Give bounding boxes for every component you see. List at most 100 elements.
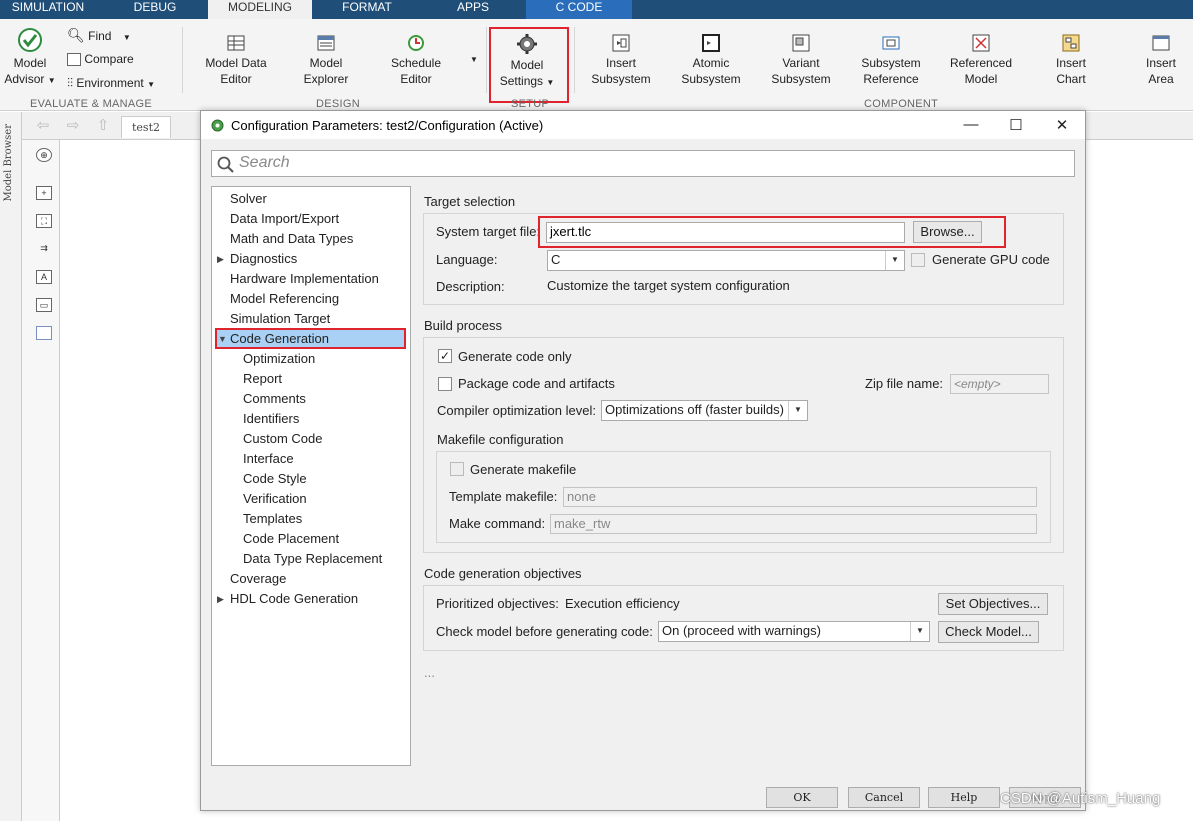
- set-objectives-button[interactable]: Set Objectives...: [938, 593, 1048, 615]
- up-arrow-icon[interactable]: ⇧: [94, 118, 112, 134]
- model-data-editor-button[interactable]: Model Data Editor: [200, 33, 272, 87]
- insert-area-button[interactable]: Insert Area: [1132, 33, 1190, 87]
- image-icon[interactable]: ▭: [36, 298, 52, 312]
- tab-format[interactable]: FORMAT: [320, 0, 414, 19]
- model-browser-strip[interactable]: Model Browser: [0, 112, 22, 821]
- tree-item-solver[interactable]: Solver: [230, 189, 267, 209]
- search-input[interactable]: Search: [211, 150, 1075, 177]
- find-button[interactable]: 🔍︎ Find ▼: [67, 27, 131, 44]
- zip-file-name-input[interactable]: <empty>: [950, 374, 1049, 394]
- tree-item-optimization[interactable]: Optimization: [243, 349, 315, 369]
- vs-label-2: Subsystem: [771, 72, 831, 86]
- ribbon-divider: [486, 27, 487, 93]
- more-ellipsis[interactable]: ...: [424, 665, 435, 680]
- mde-label-2: Editor: [220, 72, 252, 86]
- tab-c-code[interactable]: C CODE: [526, 0, 632, 19]
- referenced-model-button[interactable]: Referenced Model: [946, 33, 1016, 87]
- tree-item-code-style[interactable]: Code Style: [243, 469, 307, 489]
- tree-item-diagnostics[interactable]: ▶ Diagnostics: [217, 249, 297, 269]
- atomic-subsystem-button[interactable]: Atomic Subsystem: [678, 33, 744, 87]
- maximize-icon[interactable]: ☐: [1006, 116, 1026, 134]
- insert-chart-button[interactable]: Insert Chart: [1040, 33, 1102, 87]
- tree-item-hardware-implementation[interactable]: Hardware Implementation: [230, 269, 379, 289]
- compiler-optimization-value: Optimizations off (faster builds): [605, 402, 784, 417]
- tree-item-coverage[interactable]: Coverage: [230, 569, 286, 589]
- find-label: Find: [88, 29, 112, 43]
- se-label-2: Editor: [400, 72, 432, 86]
- template-makefile-input[interactable]: none: [563, 487, 1037, 507]
- generate-code-only-checkbox[interactable]: ✓: [438, 349, 452, 363]
- arrow-icon[interactable]: ⇉: [36, 242, 52, 256]
- area-icon: [1152, 35, 1170, 51]
- tree-item-custom-code[interactable]: Custom Code: [243, 429, 322, 449]
- tree-item-code-placement[interactable]: Code Placement: [243, 529, 339, 549]
- tree-item-templates[interactable]: Templates: [243, 509, 302, 529]
- compiler-optimization-label: Compiler optimization level:: [437, 403, 596, 418]
- tree-item-data-type-replacement[interactable]: Data Type Replacement: [243, 549, 382, 569]
- expand-arrow-icon[interactable]: ▶: [217, 249, 224, 269]
- generate-gpu-code-checkbox[interactable]: [911, 253, 925, 267]
- subsystem-icon: [612, 34, 630, 52]
- package-code-checkbox[interactable]: [438, 377, 452, 391]
- template-makefile-label: Template makefile:: [449, 489, 558, 504]
- rm-label-1: Referenced: [949, 56, 1013, 70]
- insert-subsystem-button[interactable]: Insert Subsystem: [588, 33, 654, 87]
- tree-item-model-referencing[interactable]: Model Referencing: [230, 289, 339, 309]
- help-button[interactable]: Help: [928, 787, 1000, 808]
- variant-subsystem-button[interactable]: Variant Subsystem: [768, 33, 834, 87]
- model-advisor-button[interactable]: Model Advisor ▼: [2, 27, 58, 89]
- compare-label: Compare: [84, 52, 134, 66]
- cancel-button[interactable]: Cancel: [848, 787, 920, 808]
- schedule-editor-button[interactable]: Schedule Editor: [384, 33, 448, 87]
- compiler-optimization-select[interactable]: Optimizations off (faster builds) ▼: [601, 400, 808, 421]
- tree-item-math-data-types[interactable]: Math and Data Types: [230, 229, 353, 249]
- compare-button[interactable]: Compare: [67, 52, 134, 67]
- language-select[interactable]: C ▼: [547, 250, 905, 271]
- annotation-icon[interactable]: A: [36, 270, 52, 284]
- tab-apps[interactable]: APPS: [420, 0, 526, 19]
- system-target-file-label: System target file:: [436, 224, 541, 239]
- generate-code-only-label: Generate code only: [458, 349, 572, 364]
- hide-show-icon[interactable]: ⊕: [36, 148, 52, 162]
- search-icon: [217, 156, 234, 173]
- close-icon[interactable]: ✕: [1052, 116, 1072, 134]
- back-arrow-icon[interactable]: ⇦: [34, 118, 52, 134]
- tab-modeling[interactable]: MODELING: [208, 0, 312, 19]
- generate-gpu-code-label: Generate GPU code: [932, 252, 1050, 267]
- subsystem-reference-button[interactable]: Subsystem Reference: [856, 33, 926, 87]
- check-model-label: Check model before generating code:: [436, 624, 653, 639]
- check-model-select[interactable]: On (proceed with warnings) ▼: [658, 621, 930, 642]
- environment-button[interactable]: ⫶⫶ Environment ▼: [67, 76, 155, 91]
- tree-item-data-import-export[interactable]: Data Import/Export: [230, 209, 339, 229]
- tree-item-simulation-target[interactable]: Simulation Target: [230, 309, 330, 329]
- ok-button[interactable]: OK: [766, 787, 838, 808]
- subsystem-reference-icon: [882, 36, 900, 50]
- prioritized-objectives-label: Prioritized objectives:: [436, 596, 559, 611]
- area-tool-icon[interactable]: [36, 326, 52, 340]
- model-explorer-button[interactable]: Model Explorer: [296, 33, 356, 87]
- forward-arrow-icon[interactable]: ⇨: [64, 118, 82, 134]
- generate-makefile-checkbox[interactable]: [450, 462, 464, 476]
- highlight-code-generation: [215, 328, 406, 349]
- zoom-in-icon[interactable]: +: [36, 186, 52, 200]
- tree-item-identifiers[interactable]: Identifiers: [243, 409, 299, 429]
- tree-item-verification[interactable]: Verification: [243, 489, 307, 509]
- expand-arrow-icon[interactable]: ▶: [217, 589, 224, 609]
- breadcrumb-tab[interactable]: test2: [121, 116, 171, 138]
- configuration-parameters-dialog: Configuration Parameters: test2/Configur…: [200, 110, 1086, 811]
- design-expand-arrow[interactable]: ▼: [470, 55, 478, 64]
- check-model-button[interactable]: Check Model...: [938, 621, 1039, 643]
- tree-item-comments[interactable]: Comments: [243, 389, 306, 409]
- package-code-label: Package code and artifacts: [458, 376, 615, 391]
- tree-item-hdl-code-generation[interactable]: ▶ HDL Code Generation: [217, 589, 358, 609]
- tree-item-report[interactable]: Report: [243, 369, 282, 389]
- tab-debug[interactable]: DEBUG: [110, 0, 200, 19]
- make-command-input[interactable]: make_rtw: [550, 514, 1037, 534]
- environment-icon: ⫶⫶: [67, 76, 74, 90]
- description-label: Description:: [436, 279, 505, 294]
- tab-simulation[interactable]: SIMULATION: [0, 0, 96, 19]
- me-label-2: Explorer: [303, 72, 349, 86]
- tree-item-interface[interactable]: Interface: [243, 449, 294, 469]
- fit-to-view-icon[interactable]: ⛶: [36, 214, 52, 228]
- minimize-icon[interactable]: —: [961, 116, 981, 133]
